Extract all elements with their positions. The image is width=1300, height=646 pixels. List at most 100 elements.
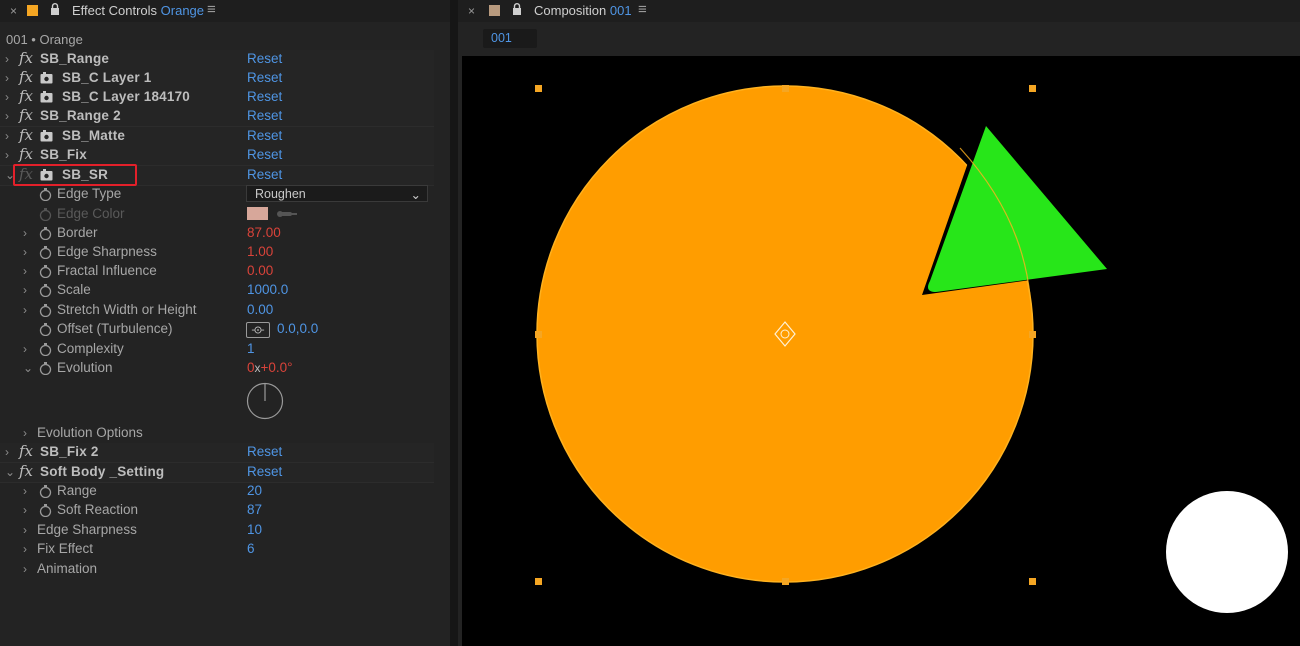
crosshair-point-icon[interactable] bbox=[246, 322, 270, 338]
white-circle-layer[interactable] bbox=[1166, 491, 1288, 613]
reset-link[interactable]: Reset bbox=[247, 444, 282, 459]
fx-icon[interactable]: fx bbox=[19, 68, 33, 86]
effect-row-sb-fix-2[interactable]: › fx SB_Fix 2 Reset bbox=[0, 442, 434, 463]
edge-color-swatch[interactable] bbox=[247, 207, 268, 220]
chevron-right-icon[interactable]: › bbox=[5, 52, 9, 66]
chevron-right-icon[interactable]: › bbox=[23, 503, 27, 517]
complexity-value[interactable]: 1 bbox=[247, 341, 255, 356]
offset-value[interactable]: 0.0,0.0 bbox=[277, 321, 318, 336]
panel-menu-icon[interactable]: ≡ bbox=[638, 1, 647, 18]
stopwatch-icon[interactable] bbox=[39, 188, 52, 201]
evolution-angle-dial[interactable] bbox=[246, 382, 284, 420]
transform-handle[interactable] bbox=[535, 578, 542, 585]
transform-handle[interactable] bbox=[782, 85, 789, 92]
effect-row-sb-matte[interactable]: › fx SB_Matte Reset bbox=[0, 126, 434, 147]
orange-circle-layer[interactable] bbox=[536, 85, 1034, 583]
close-tab-button[interactable]: × bbox=[468, 4, 475, 18]
edge-sharpness-value[interactable]: 1.00 bbox=[247, 244, 273, 259]
stopwatch-icon[interactable] bbox=[39, 323, 52, 336]
fx-icon[interactable]: fx bbox=[19, 49, 33, 67]
stopwatch-icon[interactable] bbox=[39, 485, 52, 498]
scale-value[interactable]: 1000.0 bbox=[247, 282, 288, 297]
composition-viewer[interactable] bbox=[462, 56, 1300, 646]
chevron-right-icon[interactable]: › bbox=[5, 71, 9, 85]
chevron-right-icon[interactable]: › bbox=[5, 109, 9, 123]
chevron-right-icon[interactable]: › bbox=[23, 484, 27, 498]
lock-icon[interactable] bbox=[512, 3, 522, 15]
effect-controls-tab[interactable]: Effect Controls Orange bbox=[72, 3, 204, 18]
border-value[interactable]: 87.00 bbox=[247, 225, 281, 240]
prop-label: Evolution bbox=[57, 360, 113, 375]
chevron-right-icon[interactable]: › bbox=[23, 264, 27, 278]
transform-handle[interactable] bbox=[1029, 578, 1036, 585]
reset-link[interactable]: Reset bbox=[247, 108, 282, 123]
chevron-right-icon[interactable]: › bbox=[23, 342, 27, 356]
transform-handle[interactable] bbox=[535, 331, 542, 338]
stopwatch-icon[interactable] bbox=[39, 246, 52, 259]
chevron-right-icon[interactable]: › bbox=[23, 426, 27, 440]
chevron-right-icon[interactable]: › bbox=[23, 245, 27, 259]
eyedropper-icon[interactable] bbox=[276, 210, 298, 218]
edge-type-dropdown[interactable]: Roughen ⌄ bbox=[246, 185, 428, 202]
fx-icon[interactable]: fx bbox=[19, 462, 33, 480]
chevron-down-icon[interactable]: ⌄ bbox=[23, 361, 33, 375]
chevron-right-icon[interactable]: › bbox=[23, 303, 27, 317]
effect-row-sb-fix[interactable]: › fx SB_Fix Reset bbox=[0, 145, 434, 166]
chevron-right-icon[interactable]: › bbox=[23, 523, 27, 537]
reset-link[interactable]: Reset bbox=[247, 128, 282, 143]
stopwatch-icon[interactable] bbox=[39, 265, 52, 278]
transform-handle[interactable] bbox=[782, 578, 789, 585]
effect-row-sb-range-2[interactable]: › fx SB_Range 2 Reset bbox=[0, 106, 434, 127]
chevron-right-icon[interactable]: › bbox=[23, 283, 27, 297]
chevron-right-icon[interactable]: › bbox=[23, 542, 27, 556]
chevron-right-icon[interactable]: › bbox=[5, 445, 9, 459]
chevron-right-icon[interactable]: › bbox=[23, 226, 27, 240]
fx-icon[interactable]: fx bbox=[19, 145, 33, 163]
chevron-right-icon[interactable]: › bbox=[23, 562, 27, 576]
panel-divider[interactable] bbox=[450, 0, 458, 646]
evolution-value[interactable]: 0x+0.0° bbox=[247, 360, 293, 375]
effect-name: SB_Matte bbox=[62, 128, 126, 143]
composition-canvas[interactable] bbox=[462, 56, 1300, 646]
plugin-icon bbox=[40, 91, 53, 103]
fractal-influence-value[interactable]: 0.00 bbox=[247, 263, 273, 278]
reset-link[interactable]: Reset bbox=[247, 51, 282, 66]
reset-link[interactable]: Reset bbox=[247, 147, 282, 162]
fx-icon[interactable]: fx bbox=[19, 442, 33, 460]
stopwatch-icon[interactable] bbox=[39, 343, 52, 356]
fx-icon[interactable]: fx bbox=[19, 87, 33, 105]
stopwatch-icon[interactable] bbox=[39, 284, 52, 297]
close-tab-button[interactable]: × bbox=[10, 4, 17, 18]
comp-name-tab[interactable]: 001 bbox=[483, 29, 537, 48]
stretch-value[interactable]: 0.00 bbox=[247, 302, 273, 317]
stopwatch-icon[interactable] bbox=[39, 227, 52, 240]
soft-reaction-value[interactable]: 87 bbox=[247, 502, 262, 517]
range-value[interactable]: 20 bbox=[247, 483, 262, 498]
reset-link[interactable]: Reset bbox=[247, 70, 282, 85]
effect-row-sb-c-layer-184170[interactable]: › fx SB_C Layer 184170 Reset bbox=[0, 87, 434, 108]
effect-row-sb-range[interactable]: › fx SB_Range Reset bbox=[0, 49, 434, 70]
lock-icon[interactable] bbox=[50, 3, 60, 15]
reset-link[interactable]: Reset bbox=[247, 167, 282, 182]
chevron-right-icon[interactable]: › bbox=[5, 90, 9, 104]
plugin-icon bbox=[40, 130, 53, 142]
chevron-right-icon[interactable]: › bbox=[5, 148, 9, 162]
effect-row-sb-c-layer-1[interactable]: › fx SB_C Layer 1 Reset bbox=[0, 68, 434, 89]
transform-handle[interactable] bbox=[1029, 331, 1036, 338]
reset-link[interactable]: Reset bbox=[247, 464, 282, 479]
stopwatch-icon[interactable] bbox=[39, 504, 52, 517]
transform-handle[interactable] bbox=[535, 85, 542, 92]
transform-handle[interactable] bbox=[1029, 85, 1036, 92]
chevron-down-icon[interactable]: ⌄ bbox=[5, 465, 15, 479]
composition-tab[interactable]: Composition 001 bbox=[534, 3, 632, 18]
stopwatch-icon[interactable] bbox=[39, 362, 52, 375]
fx-icon[interactable]: fx bbox=[19, 106, 33, 124]
fx-icon[interactable]: fx bbox=[19, 126, 33, 144]
stopwatch-icon[interactable] bbox=[39, 304, 52, 317]
fix-effect-value[interactable]: 6 bbox=[247, 541, 255, 556]
effect-row-soft-body-setting[interactable]: ⌄ fx Soft Body _Setting Reset bbox=[0, 462, 434, 483]
edge-sharpness-2-value[interactable]: 10 bbox=[247, 522, 262, 537]
reset-link[interactable]: Reset bbox=[247, 89, 282, 104]
chevron-right-icon[interactable]: › bbox=[5, 129, 9, 143]
panel-menu-icon[interactable]: ≡ bbox=[207, 1, 216, 18]
